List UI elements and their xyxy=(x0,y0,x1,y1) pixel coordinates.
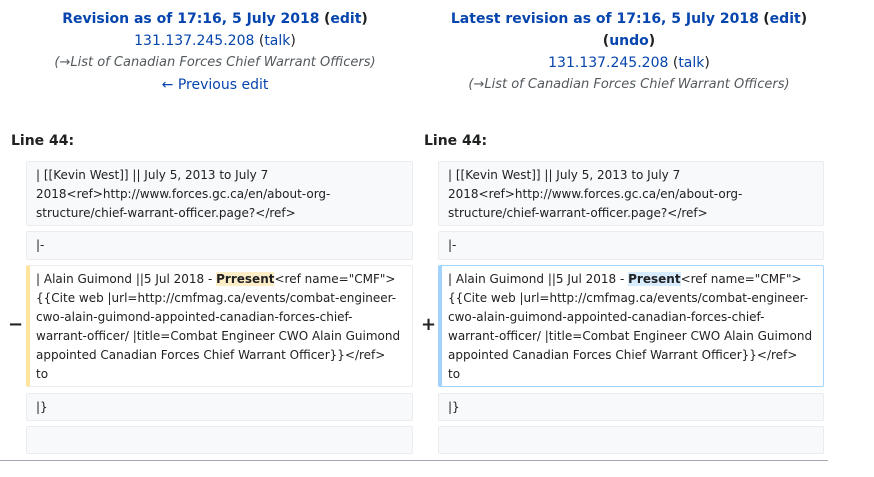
deleted-line-text-after: <ref name="CMF"> {{Cite web |url=http://… xyxy=(36,272,401,381)
right-context-text: |} xyxy=(448,400,460,414)
previous-edit-link[interactable]: ← Previous edit xyxy=(162,77,269,93)
left-line-number: Line 44: xyxy=(11,133,75,149)
left-context-text: |} xyxy=(36,400,48,414)
deleted-line-cell: | Alain Guimond ||5 Jul 2018 - Prresent<… xyxy=(26,265,413,387)
right-revision-link[interactable]: Latest revision as of 17:16, 5 July 2018 xyxy=(451,11,759,27)
left-paren-close: ) xyxy=(361,11,368,27)
right-empty-context-cell xyxy=(438,426,824,454)
added-line-cell: | Alain Guimond ||5 Jul 2018 - Present<r… xyxy=(438,265,824,387)
right-user-line: 131.137.245.208 (talk) xyxy=(548,55,710,71)
right-context-text: |- xyxy=(448,238,457,252)
right-summary-section: List of Canadian Forces Chief Warrant Of… xyxy=(484,77,785,92)
left-talk-link[interactable]: talk xyxy=(264,33,290,49)
right-edit-link[interactable]: edit xyxy=(770,11,801,27)
left-context-cell: |- xyxy=(26,231,413,260)
left-summary-arrow-link[interactable]: → xyxy=(59,55,70,70)
left-user-line: 131.137.245.208 (talk) xyxy=(134,33,296,49)
right-paren-close: ) xyxy=(800,11,808,27)
right-user-link[interactable]: 131.137.245.208 xyxy=(548,55,668,71)
left-context-text: | [[Kevin West]] || July 5, 2013 to July… xyxy=(36,168,331,220)
left-revision-title-line: Revision as of 17:16, 5 July 2018 (edit) xyxy=(10,8,420,30)
right-context-text: | [[Kevin West]] || July 5, 2013 to July… xyxy=(448,168,743,220)
bottom-divider xyxy=(0,460,828,461)
left-summary-section: List of Canadian Forces Chief Warrant Of… xyxy=(70,55,371,70)
deleted-word: Prresent xyxy=(216,272,275,286)
right-revision-title-line: Latest revision as of 17:16, 5 July 2018… xyxy=(424,8,834,30)
added-word: Present xyxy=(628,272,681,286)
right-talk-link[interactable]: talk xyxy=(678,55,704,71)
deleted-line-text-before: | Alain Guimond ||5 Jul 2018 - xyxy=(36,272,217,286)
right-summary-arrow-link[interactable]: → xyxy=(473,77,484,92)
added-line-marker: + xyxy=(421,314,437,335)
left-context-cell: |} xyxy=(26,393,413,421)
added-line-text-after: <ref name="CMF"> {{Cite web |url=http://… xyxy=(448,272,813,381)
right-context-cell: | [[Kevin West]] || July 5, 2013 to July… xyxy=(438,161,824,226)
undo-link[interactable]: undo xyxy=(609,33,649,49)
left-edit-link[interactable]: edit xyxy=(330,11,361,27)
right-context-cell: |} xyxy=(438,393,824,421)
left-revision-header: Revision as of 17:16, 5 July 2018 (edit)… xyxy=(10,8,420,96)
left-user-link[interactable]: 131.137.245.208 xyxy=(134,33,254,49)
left-edit-summary: (→List of Canadian Forces Chief Warrant … xyxy=(54,55,376,70)
right-line-number: Line 44: xyxy=(424,133,488,149)
left-context-text: |- xyxy=(36,238,45,252)
left-context-cell: | [[Kevin West]] || July 5, 2013 to July… xyxy=(26,161,413,226)
left-empty-context-cell xyxy=(26,426,413,454)
right-context-cell: |- xyxy=(438,231,824,260)
right-revision-header: Latest revision as of 17:16, 5 July 2018… xyxy=(424,8,834,96)
left-revision-link[interactable]: Revision as of 17:16, 5 July 2018 xyxy=(62,11,319,27)
right-edit-summary: (→List of Canadian Forces Chief Warrant … xyxy=(468,77,790,92)
deleted-line-marker: − xyxy=(8,314,24,335)
right-undo-line: (undo) xyxy=(602,33,656,49)
added-line-text-before: | Alain Guimond ||5 Jul 2018 - xyxy=(448,272,629,286)
